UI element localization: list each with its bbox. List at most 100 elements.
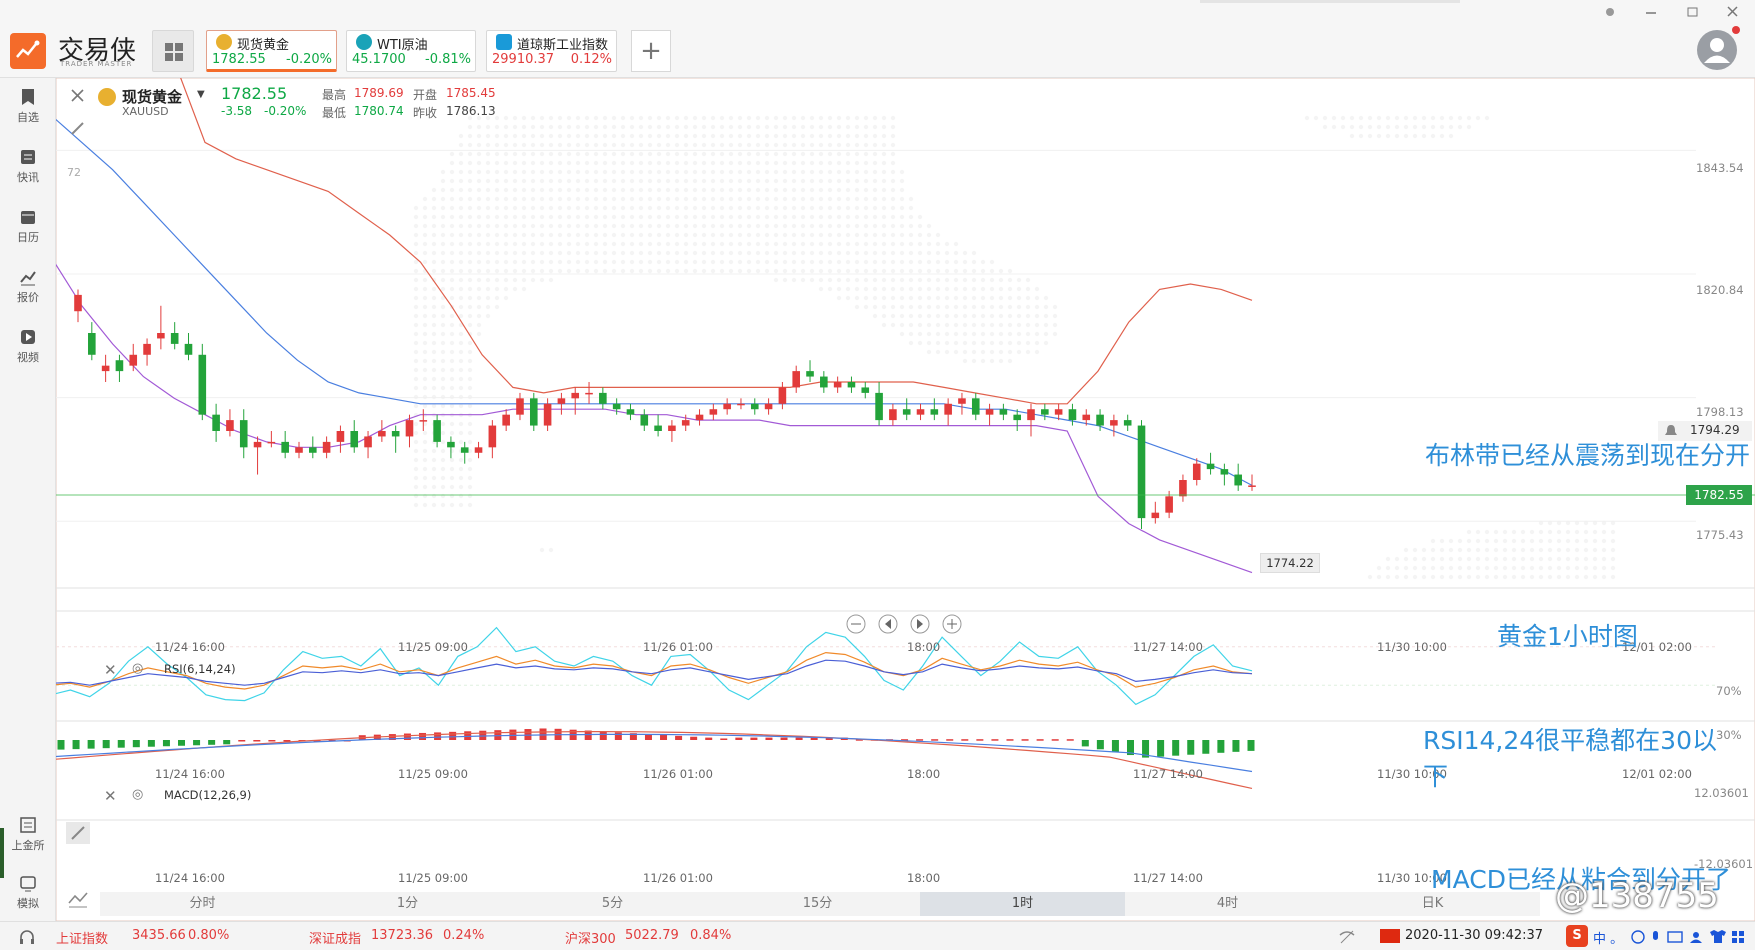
gold-icon	[216, 34, 232, 50]
sidebar-item-watchlist[interactable]: 自选	[0, 88, 56, 125]
shirt-icon	[1710, 930, 1726, 943]
sidebar-item-news[interactable]: 快讯	[0, 148, 56, 185]
candle-body	[1165, 496, 1173, 513]
candle-body	[101, 365, 110, 372]
mic-icon	[1653, 931, 1658, 940]
macd-histogram-bar	[705, 737, 713, 740]
ticker-name: WTI原油	[377, 38, 428, 53]
candle-body	[1123, 420, 1132, 426]
tab-timeshare[interactable]: 分时	[100, 892, 305, 916]
macd-histogram-bar	[479, 730, 487, 740]
close-macd-button[interactable]: ✕	[104, 787, 117, 805]
macd-histogram-bar	[1081, 740, 1089, 747]
macd-histogram-bar	[916, 739, 924, 741]
boll-mid-line	[56, 118, 1253, 486]
tab-15min[interactable]: 15分	[715, 892, 920, 916]
macd-histogram-bar	[976, 739, 984, 741]
macd-histogram-bar	[1217, 740, 1225, 753]
ime-mode[interactable]: 中 。	[1593, 928, 1623, 947]
ticker-card-dow[interactable]: 道琼斯工业指数 29910.37 0.12%	[486, 30, 617, 72]
macd-histogram-bar	[403, 733, 411, 740]
candle-body	[599, 392, 607, 404]
index-change: 0.24%	[443, 928, 485, 943]
china-flag-icon	[1380, 929, 1400, 943]
macd-histogram-bar	[1051, 739, 1059, 741]
close-rsi-button[interactable]: ✕	[104, 661, 117, 679]
macd-histogram-bar	[193, 740, 201, 746]
avatar[interactable]	[1697, 30, 1737, 70]
grid-layout-button[interactable]	[152, 30, 194, 72]
app-logo-subtitle: TRADER MASTER	[60, 60, 133, 68]
price-axis-label: 1843.54	[1696, 161, 1744, 175]
sidebar: 自选 快讯 日历 报价 视频 上金所 模拟	[0, 78, 56, 921]
ticker-change: -0.81%	[425, 52, 471, 67]
title-drag-handle[interactable]	[1200, 0, 1460, 3]
candle-body	[516, 398, 524, 415]
ime-logo-icon[interactable]: S	[1566, 925, 1588, 947]
dow-icon	[496, 34, 512, 50]
candle-body	[1248, 485, 1256, 487]
time-axis-label: 18:00	[907, 767, 941, 781]
symbol-name[interactable]: 现货黄金	[122, 86, 182, 107]
keyboard-icon	[1667, 931, 1683, 943]
ticker-card-gold[interactable]: 现货黄金 1782.55 -0.20%	[206, 30, 337, 72]
chevron-down-icon[interactable]: ▼	[197, 89, 205, 100]
candle-body	[640, 414, 649, 426]
bookmark-icon	[22, 89, 34, 105]
candle-body	[571, 392, 580, 399]
candle-body	[1041, 409, 1049, 415]
time-axis-label: 11/26 01:00	[643, 767, 713, 781]
price-axis-label: 1775.43	[1696, 528, 1744, 542]
tab-1hour[interactable]: 1时	[920, 892, 1125, 916]
plus-icon: +	[640, 36, 662, 66]
candle-body	[543, 403, 552, 426]
sidebar-item-video[interactable]: 视频	[0, 328, 56, 365]
sidebar-item-calendar[interactable]: 日历	[0, 208, 56, 245]
tab-4hour[interactable]: 4时	[1125, 892, 1330, 916]
candle-body	[792, 371, 801, 388]
headset-icon	[20, 930, 34, 944]
sidebar-item-sge[interactable]: 上金所	[0, 816, 56, 853]
price-axis-label: 1820.84	[1696, 283, 1744, 297]
sidebar-item-quotes[interactable]: 报价	[0, 268, 56, 305]
boll-annotation: 布林带已经从震荡到现在分开	[1425, 441, 1751, 470]
restore-icon	[1687, 7, 1698, 17]
candle-body	[999, 409, 1008, 415]
macd-histogram-bar	[720, 738, 728, 740]
candle-body	[585, 392, 593, 395]
macd-histogram-bar	[946, 739, 954, 741]
timeframe-tabs: 分时 1分 5分 15分 1时 4时 日K	[100, 892, 1540, 916]
candle-body	[253, 441, 262, 448]
candle-body	[1220, 469, 1229, 475]
time-axis-label: 11/24 16:00	[155, 767, 225, 781]
close-chart-button[interactable]	[68, 86, 88, 106]
ticker-card-oil[interactable]: WTI原油 45.1700 -0.81%	[346, 30, 476, 72]
tab-5min[interactable]: 5分	[510, 892, 715, 916]
rsi-annotation: RSI14,24很平稳都在30以下	[1423, 726, 1717, 791]
tab-1min[interactable]: 1分	[305, 892, 510, 916]
index-name[interactable]: 深证成指	[309, 928, 361, 947]
candle-body	[88, 333, 96, 355]
candle-body	[764, 403, 773, 410]
indicator-add-button[interactable]	[66, 888, 90, 910]
macd-histogram-bar	[1232, 740, 1240, 752]
sidebar-item-simulate[interactable]: 模拟	[0, 874, 56, 911]
candle-body	[143, 343, 151, 355]
high-label: 最高	[322, 88, 347, 102]
candle-body	[985, 409, 994, 415]
index-name[interactable]: 上证指数	[56, 928, 108, 947]
index-change: 0.80%	[188, 928, 230, 943]
indicator-tool-button[interactable]	[66, 822, 90, 844]
scroll-indicator[interactable]	[0, 828, 4, 878]
add-ticker-button[interactable]: +	[631, 30, 671, 72]
macd-histogram-bar	[1111, 740, 1119, 753]
candle-body	[1082, 414, 1091, 421]
time-axis-label: 11/27 14:00	[1133, 767, 1203, 781]
bell-icon	[1665, 425, 1677, 435]
draw-tool-button[interactable]	[68, 118, 88, 138]
index-name[interactable]: 沪深300	[565, 928, 616, 947]
macd-histogram-bar	[223, 740, 231, 745]
rsi-settings-button[interactable]: ◎	[132, 661, 143, 676]
candle-body	[612, 403, 621, 410]
macd-settings-button[interactable]: ◎	[132, 787, 143, 802]
